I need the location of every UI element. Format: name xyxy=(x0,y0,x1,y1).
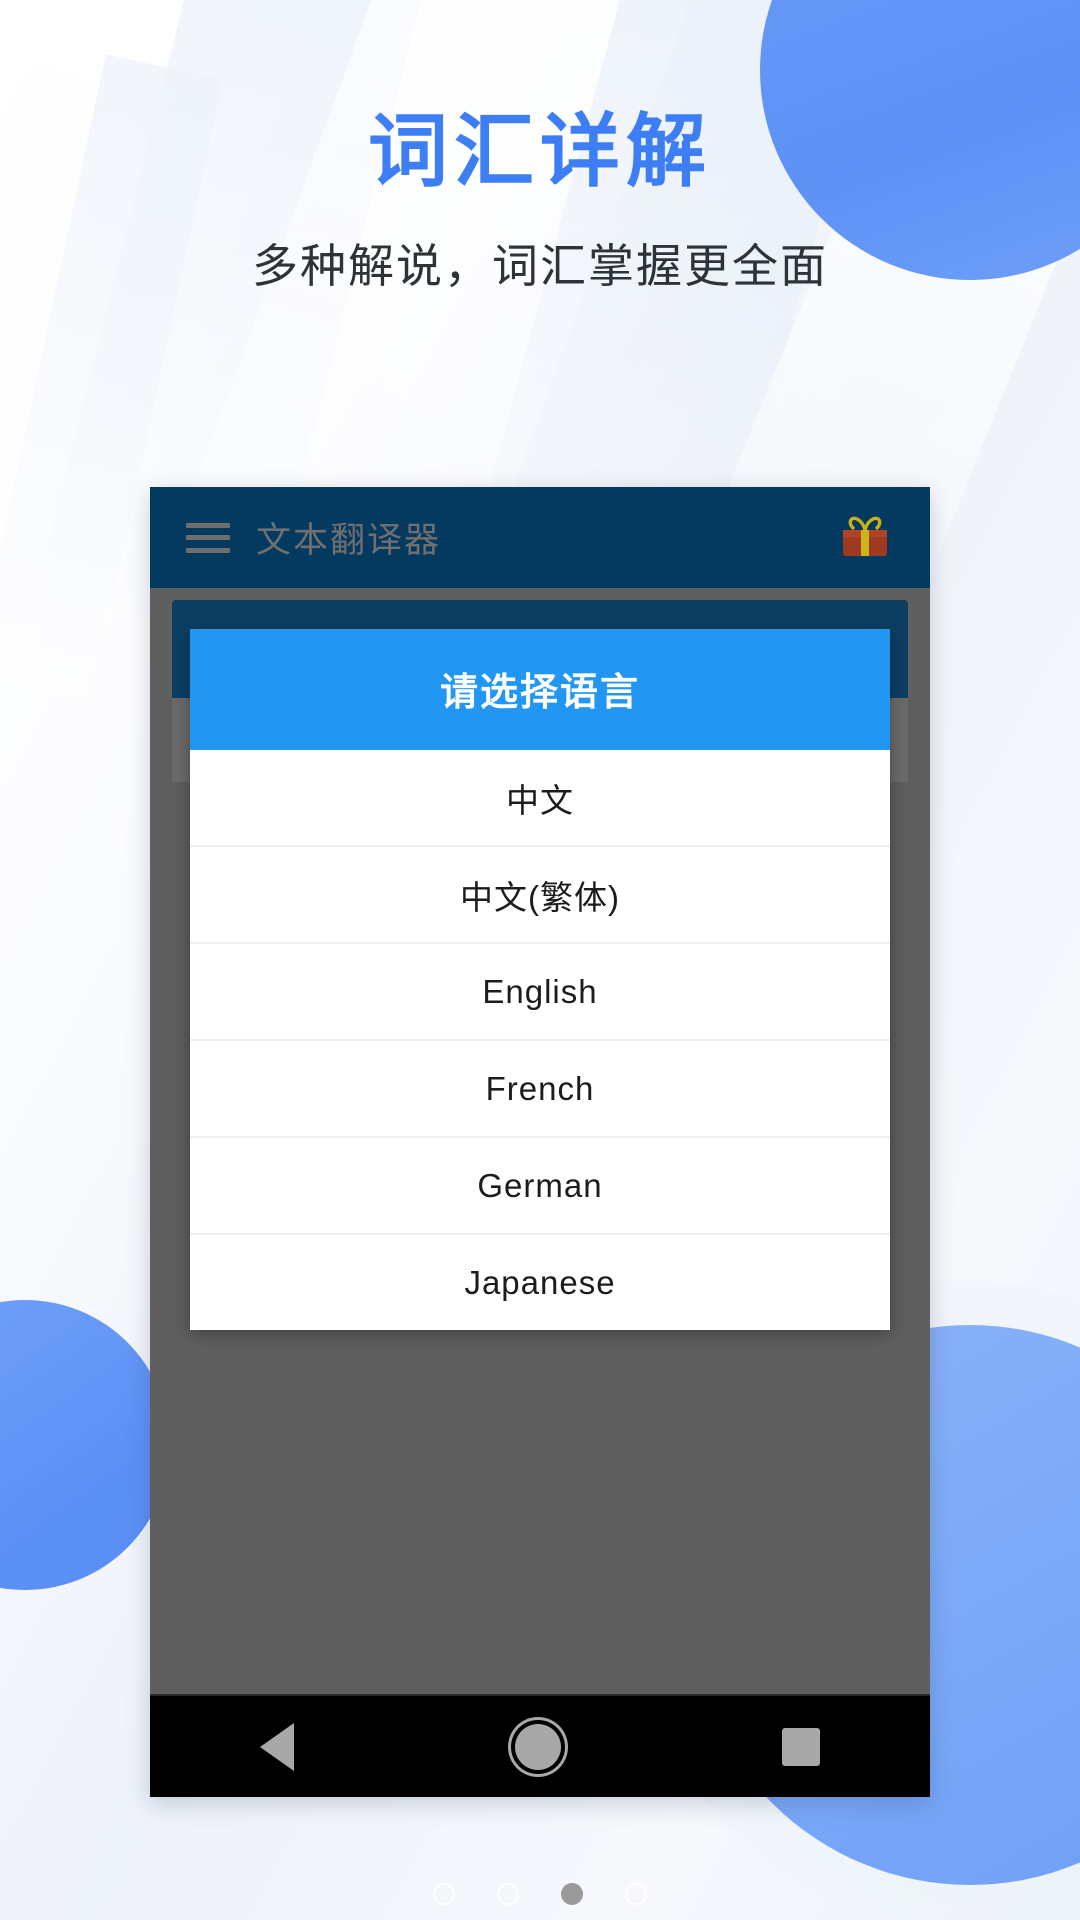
language-list: 中文 中文(繁体) English French German Japanese xyxy=(190,750,890,1330)
list-item[interactable]: 中文 xyxy=(190,750,890,847)
language-option-label: 中文(繁体) xyxy=(460,878,620,916)
page-title: 词汇详解 xyxy=(368,107,712,196)
promo-screenshot: 词汇详解 多种解说，词汇掌握更全面 文本翻译器 请选择语言 中文 中文(繁体) … xyxy=(0,0,1080,1920)
list-item[interactable]: Japanese xyxy=(190,1235,890,1330)
list-item[interactable]: French xyxy=(190,1041,890,1138)
language-option-label: French xyxy=(485,1069,595,1107)
phone-screenshot: 文本翻译器 Automatic xyxy=(150,487,930,1797)
recents-square-icon[interactable] xyxy=(781,1727,820,1766)
language-option-label: German xyxy=(477,1166,603,1204)
dialog-title: 请选择语言 xyxy=(190,629,890,750)
home-circle-icon[interactable] xyxy=(514,1723,561,1770)
page-dot-active[interactable] xyxy=(561,1883,583,1905)
android-nav-bar xyxy=(150,1694,930,1797)
hamburger-menu-icon[interactable] xyxy=(186,522,230,553)
language-option-label: 中文 xyxy=(506,781,574,819)
language-picker-dialog: 请选择语言 中文 中文(繁体) English French German Ja… xyxy=(190,629,890,1330)
app-bar-title: 文本翻译器 xyxy=(256,521,442,560)
language-option-label: English xyxy=(482,972,598,1010)
list-item[interactable]: German xyxy=(190,1138,890,1235)
carousel-page-indicator xyxy=(0,1883,1080,1905)
list-item[interactable]: English xyxy=(190,944,890,1041)
page-dot[interactable] xyxy=(625,1883,647,1905)
back-triangle-icon[interactable] xyxy=(260,1722,295,1771)
page-dot[interactable] xyxy=(497,1883,519,1905)
app-bar: 文本翻译器 xyxy=(150,487,930,588)
page-subtitle: 多种解说，词汇掌握更全面 xyxy=(252,240,828,292)
language-option-label: Japanese xyxy=(464,1263,616,1301)
page-dot[interactable] xyxy=(433,1883,455,1905)
list-item[interactable]: 中文(繁体) xyxy=(190,847,890,944)
gift-icon[interactable] xyxy=(838,513,892,563)
